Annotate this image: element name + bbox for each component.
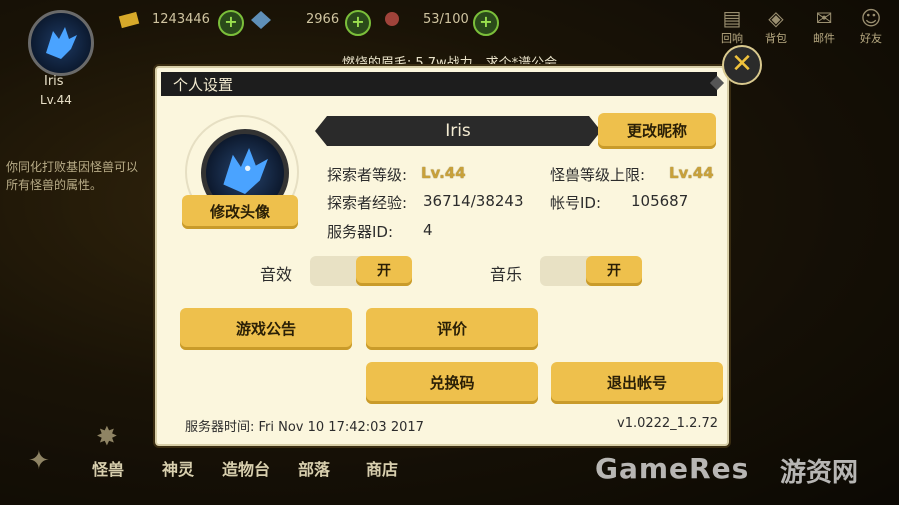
mail-icon: ✉ [815,6,833,30]
scroll-icon: ▤ [722,6,742,30]
redeem-code-button[interactable]: 兑换码 [366,362,538,404]
review-button[interactable]: 评价 [366,308,538,350]
gold-icon [118,10,140,30]
server-id-label: 服务器ID: [327,223,394,241]
personal-settings-dialog: 个人设置 修改头像 Iris 更改昵称 探索者等级: Lv.44 怪兽等级上限:… [155,66,729,446]
dialog-title: 个人设置 [173,76,234,94]
bag-button[interactable]: ◈ 背包 [756,6,796,46]
nav-forge[interactable]: 造物台 [222,456,270,480]
nav-tribe[interactable]: 部落 [298,456,330,480]
dragon-icon [223,148,268,194]
account-id-value: 105687 [631,192,689,210]
sound-effects-state: 开 [356,256,412,286]
friends-icon: ☺ [860,6,882,30]
friends-label: 好友 [860,32,882,45]
energy-icon [381,10,403,30]
logout-button[interactable]: 退出帐号 [551,362,723,404]
nav-spirit[interactable]: 神灵 [162,456,194,480]
echo-label: 回响 [721,32,743,45]
explorer-exp-label: 探索者经验: [327,194,408,212]
player-level: Lv.44 [40,93,72,107]
nav-monster[interactable]: 怪兽 [92,456,124,480]
explorer-level-value: Lv.44 [421,164,466,182]
explorer-exp-value: 36714/38243 [423,192,524,210]
music-toggle[interactable]: 开 [540,256,642,286]
title-ornament [709,75,725,91]
nav-shop[interactable]: 商店 [366,456,398,480]
watermark-latin: GameRes [595,452,750,485]
monster-icon: ✸ [96,422,118,452]
nickname-banner: Iris [315,116,601,146]
mail-button[interactable]: ✉ 邮件 [804,6,844,46]
monster-cap-value: Lv.44 [669,164,714,182]
server-time: 服务器时间: Fri Nov 10 17:42:03 2017 [185,420,424,435]
music-label: 音乐 [490,265,523,284]
add-energy-button[interactable]: + [473,10,499,36]
bag-icon: ◈ [768,6,784,30]
explorer-level-label: 探索者等级: [327,166,408,184]
gem-icon [250,10,272,30]
change-avatar-button[interactable]: 修改头像 [182,195,298,229]
monster-cap-label: 怪兽等级上限: [550,166,646,184]
close-button[interactable]: ✕ [722,45,762,85]
side-hint-line-1: 你同化打败基因怪兽可以 [6,160,139,174]
dialog-title-bar: 个人设置 [161,72,725,96]
version-label: v1.0222_1.2.72 [617,416,719,431]
echo-button[interactable]: ▤ 回响 [712,6,752,46]
close-icon: ✕ [731,49,753,79]
music-state: 开 [586,256,642,286]
account-id-label: 帐号ID: [550,194,602,212]
add-gem-button[interactable]: + [345,10,371,36]
side-hint-line-2: 所有怪兽的属性。 [6,178,103,192]
add-gold-button[interactable]: + [218,10,244,36]
sound-effects-label: 音效 [260,265,293,284]
mail-label: 邮件 [813,32,835,45]
gold-amount: 1243446 [152,12,210,27]
bag-label: 背包 [765,32,787,45]
player-name: Iris [44,74,64,89]
change-nickname-button[interactable]: 更改昵称 [598,113,716,149]
watermark-cn: 游资网 [780,458,859,488]
friends-button[interactable]: ☺ 好友 [851,6,891,46]
compass-icon[interactable]: ✦ [28,446,50,476]
announcement-button[interactable]: 游戏公告 [180,308,352,350]
server-id-value: 4 [423,221,433,239]
sound-effects-toggle[interactable]: 开 [310,256,412,286]
gem-amount: 2966 [306,12,340,27]
energy-amount: 53/100 [423,12,469,27]
